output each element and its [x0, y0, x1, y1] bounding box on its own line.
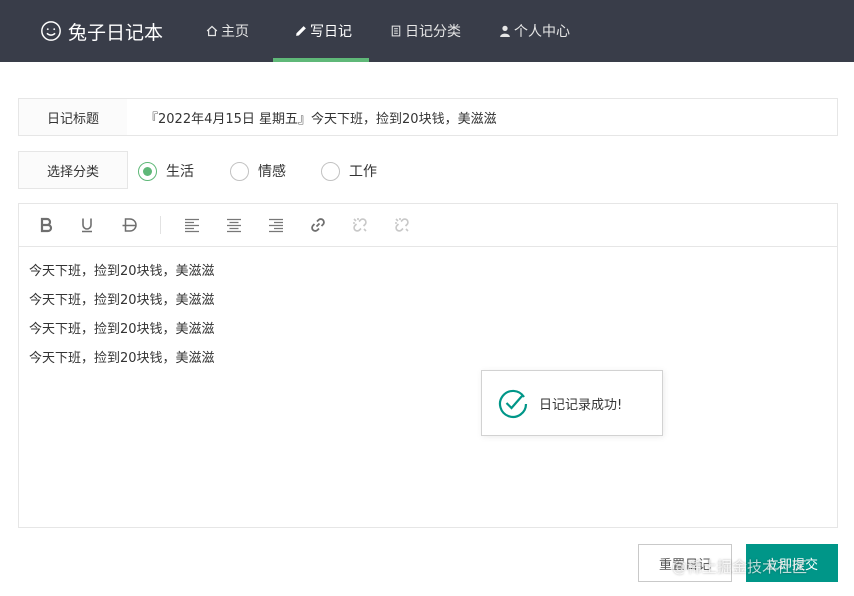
unlink-icon [353, 218, 367, 232]
radio-circle[interactable] [138, 161, 157, 181]
editor-content[interactable]: 今天下班，捡到20块钱，美滋滋 今天下班，捡到20块钱，美滋滋 今天下班，捡到2… [19, 247, 837, 527]
link-button[interactable] [307, 214, 329, 236]
home-icon [206, 25, 218, 37]
smile-icon [41, 21, 61, 41]
check-circle-icon [498, 389, 528, 419]
toolbar-separator [160, 216, 161, 234]
nav-write-diary[interactable]: 写日记 [295, 0, 352, 62]
radio-label: 情感 [258, 164, 286, 180]
radio-category-life[interactable]: 生活 [138, 160, 194, 182]
brand-title: 兔子日记本 [68, 21, 164, 44]
underline-icon [82, 218, 92, 233]
user-icon [500, 25, 510, 37]
success-toast: 日记记录成功! [481, 370, 663, 436]
align-left-button[interactable] [181, 214, 203, 236]
submit-button[interactable]: 立即提交 [746, 544, 838, 582]
nav-write-diary-label: 写日记 [310, 24, 352, 40]
reset-diary-button[interactable]: 重置日记 [638, 544, 732, 582]
align-center-button[interactable] [223, 214, 245, 236]
category-label: 选择分类 [18, 151, 128, 189]
align-right-button[interactable] [265, 214, 287, 236]
underline-button[interactable] [76, 214, 98, 236]
strikethrough-button[interactable] [118, 214, 140, 236]
link-icon [311, 218, 325, 232]
content-line: 今天下班，捡到20块钱，美滋滋 [29, 322, 215, 337]
unlink-icon [395, 218, 409, 232]
brand-logo[interactable]: 兔子日记本 [40, 0, 163, 62]
align-center-icon [227, 218, 241, 233]
radio-label: 生活 [166, 164, 194, 180]
rich-text-editor: 今天下班，捡到20块钱，美滋滋 今天下班，捡到20块钱，美滋滋 今天下班，捡到2… [18, 203, 838, 528]
editor-toolbar [19, 204, 837, 247]
nav-personal-center-label: 个人中心 [514, 24, 570, 40]
title-input[interactable]: 『2022年4月15日 星期五』今天下班，捡到20块钱，美滋滋 [127, 98, 838, 136]
radio-circle[interactable] [230, 161, 249, 181]
nav-active-indicator [273, 58, 369, 62]
align-right-icon [269, 218, 283, 233]
toast-message: 日记记录成功! [539, 397, 623, 413]
nav-diary-category[interactable]: 日记分类 [390, 0, 461, 62]
align-left-icon [185, 218, 199, 233]
unlink-button[interactable] [349, 214, 371, 236]
nav-personal-center[interactable]: 个人中心 [499, 0, 570, 62]
nav-diary-category-label: 日记分类 [405, 24, 461, 40]
bold-button[interactable] [35, 214, 57, 236]
nav-home-label: 主页 [221, 24, 249, 40]
title-label: 日记标题 [18, 98, 128, 136]
top-navbar: 兔子日记本 主页 写日记 日记分类 个人中心 [0, 0, 854, 62]
strikethrough-icon [122, 218, 137, 232]
radio-category-emotion[interactable]: 情感 [230, 160, 286, 182]
content-line: 今天下班，捡到20块钱，美滋滋 [29, 351, 215, 366]
nav-home[interactable]: 主页 [206, 0, 249, 62]
content-line: 今天下班，捡到20块钱，美滋滋 [29, 293, 215, 308]
pencil-icon [296, 26, 306, 36]
bold-icon [40, 217, 53, 233]
radio-circle[interactable] [321, 161, 340, 181]
radio-category-work[interactable]: 工作 [321, 160, 377, 182]
unlink-button-2[interactable] [391, 214, 413, 236]
title-value: 『2022年4月15日 星期五』今天下班，捡到20块钱，美滋滋 [145, 111, 497, 127]
content-line: 今天下班，捡到20块钱，美滋滋 [29, 264, 215, 279]
document-icon [391, 25, 401, 37]
radio-label: 工作 [349, 164, 377, 180]
